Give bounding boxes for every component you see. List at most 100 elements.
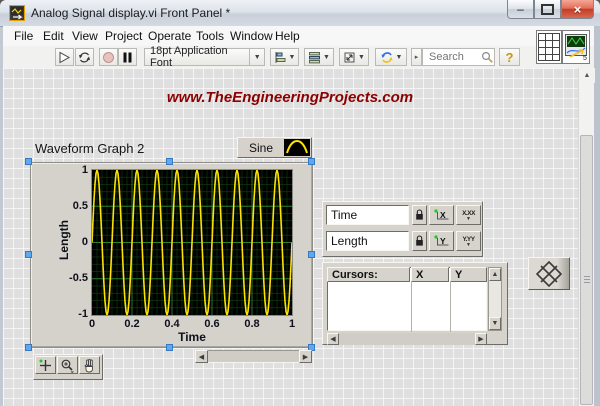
- x-autoscale-button[interactable]: X: [429, 205, 454, 225]
- chevron-down-icon: ▼: [358, 54, 365, 61]
- waveform-plot[interactable]: [92, 170, 292, 315]
- scrollbar-thumb[interactable]: [580, 135, 593, 405]
- padlock-icon: [415, 235, 424, 247]
- scrollbar-track[interactable]: [339, 333, 475, 345]
- graph-palette: [33, 354, 103, 380]
- maximize-icon: [541, 4, 554, 15]
- chevron-down-icon: ▼: [289, 54, 296, 61]
- window-controls: – ×: [507, 0, 594, 19]
- menu-bar: File Edit View Project Operate Tools Win…: [3, 26, 597, 47]
- window-title: Analog Signal display.vi Front Panel *: [31, 6, 230, 20]
- graph-label[interactable]: Waveform Graph 2: [35, 141, 144, 156]
- x-tick: 1: [274, 318, 310, 330]
- signal-type-selector[interactable]: Sine: [237, 137, 312, 158]
- autoscale-y-icon: Y: [433, 234, 450, 248]
- pan-tool-button[interactable]: [79, 356, 100, 374]
- y-tick: 0.5: [56, 200, 88, 212]
- scroll-up-button[interactable]: ▲: [579, 68, 595, 83]
- y-autoscale-button[interactable]: Y: [429, 231, 454, 251]
- watermark-text: www.TheEngineeringProjects.com: [140, 89, 440, 106]
- vi-icon-pane[interactable]: 5: [562, 30, 590, 64]
- zoom-tool-button[interactable]: [57, 356, 78, 374]
- abort-button[interactable]: [99, 48, 118, 66]
- panel-v-scrollbar[interactable]: ▲: [578, 68, 594, 406]
- help-button[interactable]: ?: [499, 48, 520, 66]
- menu-help[interactable]: Help: [275, 29, 300, 43]
- selection-handle[interactable]: [25, 158, 32, 165]
- distribute-objects-button[interactable]: ▼: [304, 48, 334, 66]
- y-scale-name-field[interactable]: Length: [326, 231, 409, 251]
- cursor-h-scrollbar[interactable]: ◀ ▶: [327, 333, 487, 345]
- alignment-grid-indicator[interactable]: [536, 30, 562, 64]
- hand-icon: [82, 358, 97, 373]
- minimize-button[interactable]: –: [507, 0, 534, 19]
- menu-view[interactable]: View: [72, 29, 98, 43]
- search-input[interactable]: [427, 50, 481, 64]
- scroll-right-button[interactable]: ▶: [299, 350, 312, 363]
- maximize-button[interactable]: [534, 0, 561, 19]
- scrollbar-track[interactable]: [208, 350, 299, 363]
- menu-edit[interactable]: Edit: [43, 29, 64, 43]
- menu-window[interactable]: Window: [230, 29, 273, 43]
- scroll-left-button[interactable]: ◀: [195, 350, 208, 363]
- distribute-objects-icon: [308, 51, 321, 64]
- y-format-button[interactable]: Y.YY ▼: [456, 231, 481, 251]
- x-scale-lock-button[interactable]: [412, 205, 427, 225]
- vi-icon-badge: 5: [583, 55, 587, 61]
- run-continuous-button[interactable]: [75, 48, 94, 66]
- selection-handle[interactable]: [308, 251, 315, 258]
- cursor-header-x[interactable]: X: [411, 267, 449, 282]
- axis-letter: Y: [440, 236, 446, 246]
- menu-tools[interactable]: Tools: [196, 29, 224, 43]
- search-box: [422, 48, 495, 66]
- align-objects-button[interactable]: ▼: [270, 48, 299, 66]
- x-tick: 0.8: [234, 318, 270, 330]
- padlock-icon: [415, 209, 424, 221]
- window-frame-right: [594, 26, 600, 406]
- scroll-down-button[interactable]: ▼: [489, 317, 501, 330]
- cursor-mover-button[interactable]: [528, 257, 570, 290]
- diamond-icon: [534, 260, 564, 288]
- x-tick: 0.2: [114, 318, 150, 330]
- close-button[interactable]: ×: [561, 0, 594, 19]
- selection-handle[interactable]: [25, 344, 32, 351]
- resize-objects-icon: [343, 51, 356, 64]
- selection-handle[interactable]: [166, 158, 173, 165]
- search-icon[interactable]: [481, 51, 494, 64]
- pause-icon: [122, 52, 133, 63]
- menu-file[interactable]: File: [14, 29, 33, 43]
- sine-waveform-icon: [284, 139, 310, 156]
- x-format-button[interactable]: X.XX ▼: [456, 205, 481, 225]
- search-collapse-button[interactable]: ▸: [411, 48, 422, 66]
- cursor-v-scrollbar[interactable]: ▲ ▼: [488, 267, 502, 331]
- axis-letter: X: [440, 210, 446, 220]
- cursor-header-y[interactable]: Y: [450, 267, 487, 282]
- scroll-left-button[interactable]: ◀: [327, 333, 339, 345]
- reorder-objects-button[interactable]: ▼: [375, 48, 407, 66]
- chevron-down-icon[interactable]: ▼: [249, 49, 264, 65]
- align-objects-icon: [274, 51, 287, 64]
- menu-operate[interactable]: Operate: [148, 29, 191, 43]
- selection-handle[interactable]: [166, 344, 173, 351]
- magnifier-icon: [60, 358, 75, 373]
- y-scale-lock-button[interactable]: [412, 231, 427, 251]
- pause-button[interactable]: [118, 48, 137, 66]
- menu-project[interactable]: Project: [105, 29, 142, 43]
- font-selector-label: 18pt Application Font: [150, 45, 249, 69]
- x-scale-name-field[interactable]: Time: [326, 205, 409, 225]
- title-bar[interactable]: Analog Signal display.vi Front Panel * –…: [0, 0, 600, 27]
- abort-icon: [102, 51, 115, 64]
- scroll-up-button[interactable]: ▲: [489, 268, 501, 281]
- x-tick: 0.6: [194, 318, 230, 330]
- selection-handle[interactable]: [25, 251, 32, 258]
- run-button[interactable]: [55, 48, 74, 66]
- selection-handle[interactable]: [308, 158, 315, 165]
- graph-x-scrollbar[interactable]: ◀ ▶: [195, 350, 312, 363]
- vi-panel-icon: 5: [564, 33, 588, 61]
- chevron-down-icon: ▼: [466, 217, 471, 221]
- font-selector[interactable]: 18pt Application Font ▼: [144, 48, 265, 66]
- resize-objects-button[interactable]: ▼: [339, 48, 369, 66]
- scroll-right-button[interactable]: ▶: [475, 333, 487, 345]
- cursor-tool-button[interactable]: [35, 356, 56, 374]
- cursor-header-name[interactable]: Cursors:: [327, 267, 410, 282]
